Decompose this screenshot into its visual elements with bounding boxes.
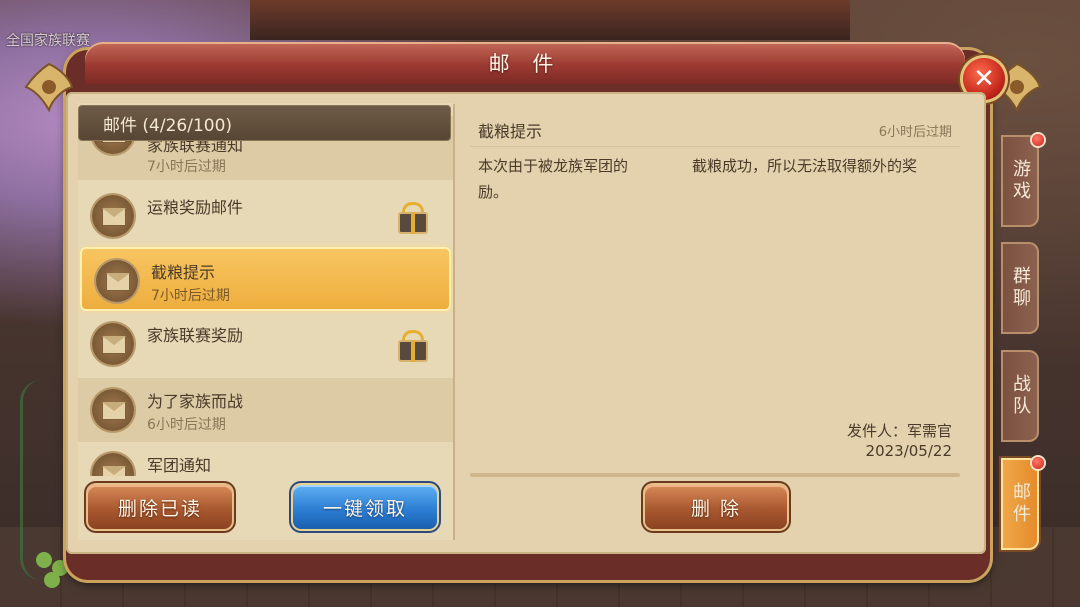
envelope-icon	[92, 389, 134, 431]
notification-badge	[1032, 134, 1044, 146]
tab-mail[interactable]: 邮件	[1001, 458, 1039, 550]
divider-line	[470, 146, 960, 147]
window-title-bar: 邮 件	[85, 42, 965, 84]
mail-body: 本次由于被龙族军团的 截粮成功，所以无法取得额外的奖 励。	[478, 153, 958, 205]
vine-decoration	[20, 380, 63, 580]
news-ticker: 全国家族联赛	[6, 33, 90, 49]
envelope-icon	[96, 260, 138, 302]
clover-icon	[36, 552, 52, 568]
mail-sender: 发件人：军需官	[846, 422, 952, 440]
envelope-icon	[92, 323, 134, 365]
tab-game[interactable]: 游戏	[1001, 135, 1039, 227]
close-icon: ✕	[973, 64, 995, 94]
mail-item-title: 运粮奖励邮件	[147, 198, 244, 217]
mail-body-text: 励。	[478, 183, 509, 201]
delete-read-button[interactable]: 删除已读	[88, 485, 232, 529]
mailbox-header: 邮件 (4/26/100)	[78, 105, 451, 141]
list-item[interactable]: 军团通知	[78, 442, 453, 476]
list-item-selected[interactable]: 截粮提示 7小时后过期	[80, 247, 451, 311]
mail-item-subtitle: 7小时后过期	[151, 288, 230, 304]
claim-all-button[interactable]: 一键领取	[293, 485, 437, 529]
tab-group-chat[interactable]: 群聊	[1001, 242, 1039, 334]
envelope-icon	[92, 195, 134, 237]
mail-item-subtitle: 6小时后过期	[147, 417, 226, 433]
mail-item-subtitle: 7小时后过期	[147, 159, 226, 175]
clover-icon	[44, 572, 60, 588]
window-title: 邮 件	[488, 52, 562, 76]
mail-item-title: 截粮提示	[151, 263, 216, 282]
mail-body-text: 本次由于被龙族军团的	[478, 157, 629, 175]
gift-attachment-icon	[396, 330, 430, 362]
mail-item-title: 为了家族而战	[147, 392, 244, 411]
envelope-icon	[92, 453, 134, 476]
panel-divider	[453, 104, 455, 540]
mail-expire: 6小时后过期	[878, 125, 952, 140]
mail-date: 2023/05/22	[865, 442, 952, 460]
gift-attachment-icon	[396, 202, 430, 234]
list-item[interactable]: 运粮奖励邮件	[78, 184, 453, 248]
notification-badge	[1032, 457, 1044, 469]
delete-button[interactable]: 删 除	[645, 485, 787, 529]
mail-item-title: 军团通知	[147, 456, 212, 475]
mail-subject: 截粮提示	[478, 122, 543, 141]
tab-team[interactable]: 战队	[1001, 350, 1039, 442]
mail-list[interactable]: 家族联赛通知 7小时后过期 运粮奖励邮件 截粮提示 7小时后过期 家族联赛奖励 …	[78, 116, 453, 476]
list-item[interactable]: 为了家族而战 6小时后过期	[78, 378, 453, 442]
building-roof	[250, 0, 850, 40]
mail-item-title: 家族联赛奖励	[147, 326, 244, 345]
divider-line	[470, 473, 960, 477]
list-item[interactable]: 家族联赛奖励	[78, 312, 453, 376]
mail-body-text: 截粮成功，所以无法取得额外的奖	[692, 157, 918, 175]
